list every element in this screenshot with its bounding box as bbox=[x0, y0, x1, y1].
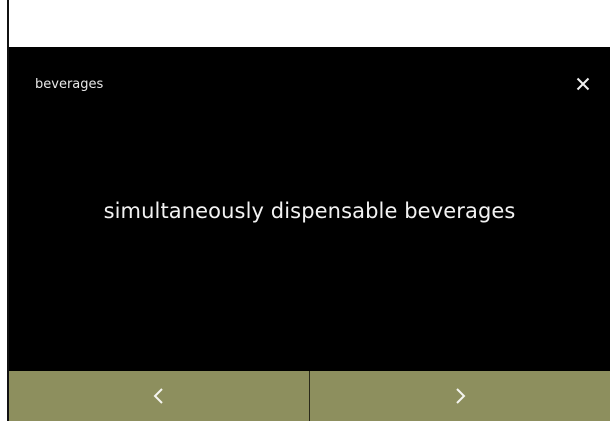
page-frame: beverages simultaneously dispensable bev… bbox=[0, 0, 610, 421]
page-title: beverages bbox=[35, 77, 104, 92]
footer-nav bbox=[9, 371, 610, 421]
next-button[interactable] bbox=[310, 371, 610, 421]
previous-button[interactable] bbox=[9, 371, 310, 421]
chevron-left-icon bbox=[153, 388, 163, 404]
chevron-right-icon bbox=[456, 388, 466, 404]
display-screen: beverages simultaneously dispensable bev… bbox=[9, 47, 610, 421]
close-button[interactable] bbox=[568, 69, 598, 99]
main-message: simultaneously dispensable beverages bbox=[103, 199, 516, 223]
close-icon bbox=[576, 77, 590, 91]
